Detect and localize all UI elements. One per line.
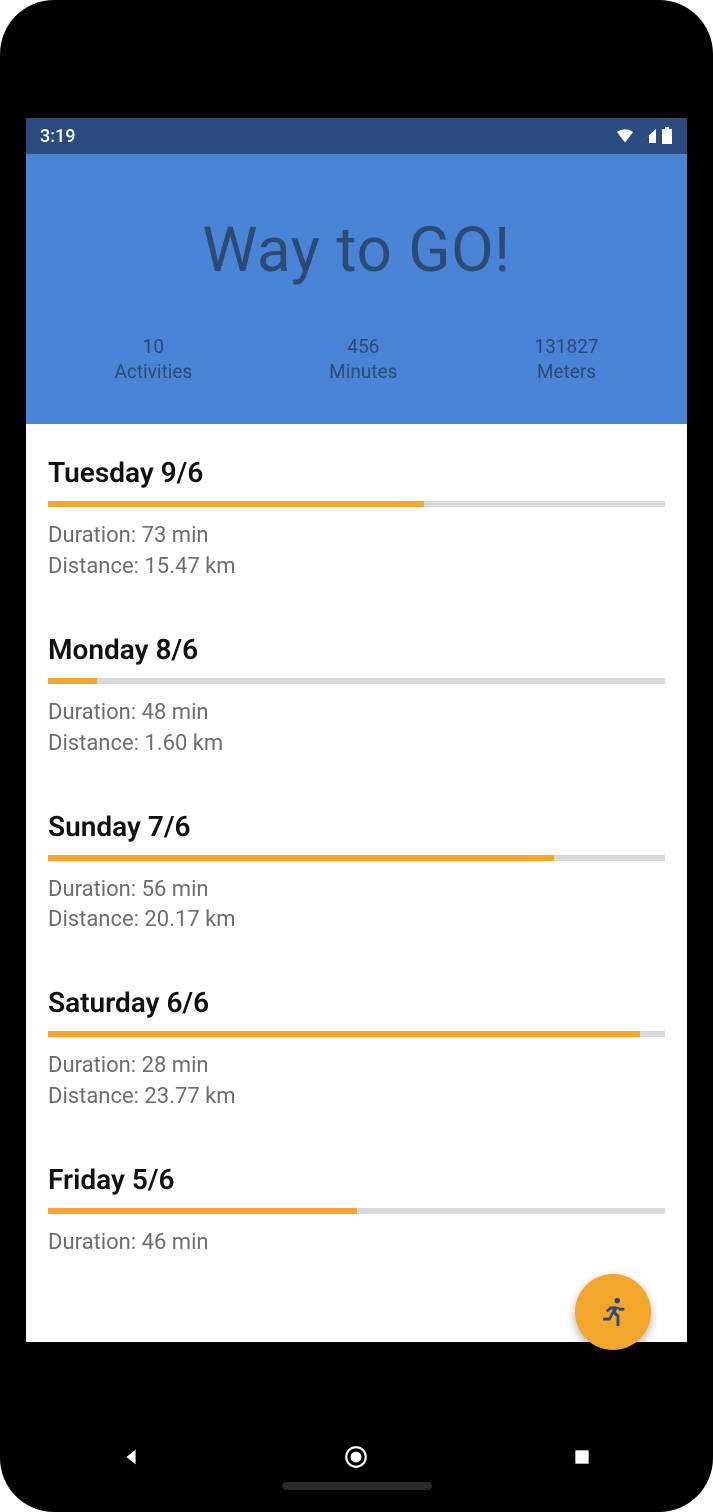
progress-track (48, 678, 665, 684)
battery-icon (661, 127, 673, 145)
progress-track (48, 855, 665, 861)
stat-label: Minutes (329, 360, 397, 385)
speaker-bottom (282, 1482, 432, 1490)
activity-title: Sunday 7/6 (48, 810, 665, 843)
progress-track (48, 1208, 665, 1214)
status-icons (615, 127, 673, 145)
activity-duration: Duration: 28 min (48, 1051, 665, 1082)
stat-value: 10 (114, 335, 192, 360)
progress-fill (48, 1031, 640, 1037)
activity-title: Saturday 6/6 (48, 986, 665, 1019)
progress-fill (48, 855, 554, 861)
stat-meters: 131827 Meters (534, 335, 598, 384)
progress-track (48, 1031, 665, 1037)
progress-fill (48, 501, 424, 507)
progress-track (48, 501, 665, 507)
stat-activities: 10 Activities (114, 335, 192, 384)
progress-fill (48, 1208, 357, 1214)
stat-label: Meters (534, 360, 598, 385)
activity-duration: Duration: 56 min (48, 875, 665, 906)
stat-value: 456 (329, 335, 397, 360)
activity-meta: Duration: 28 min Distance: 23.77 km (48, 1051, 665, 1113)
stat-label: Activities (114, 360, 192, 385)
activity-list[interactable]: Tuesday 9/6 Duration: 73 min Distance: 1… (26, 424, 687, 1342)
activity-duration: Duration: 48 min (48, 698, 665, 729)
cell-signal-icon (639, 128, 657, 144)
back-button[interactable] (116, 1442, 146, 1472)
activity-meta: Duration: 56 min Distance: 20.17 km (48, 875, 665, 937)
activity-item[interactable]: Monday 8/6 Duration: 48 min Distance: 1.… (48, 601, 665, 778)
activity-item[interactable]: Saturday 6/6 Duration: 28 min Distance: … (48, 954, 665, 1131)
activity-duration: Duration: 46 min (48, 1228, 665, 1259)
activity-meta: Duration: 46 min (48, 1228, 665, 1259)
activity-distance: Distance: 23.77 km (48, 1082, 665, 1113)
activity-item[interactable]: Friday 5/6 Duration: 46 min (48, 1131, 665, 1277)
stat-minutes: 456 Minutes (329, 335, 397, 384)
start-run-fab[interactable] (575, 1274, 651, 1350)
home-button[interactable] (341, 1442, 371, 1472)
activity-distance: Distance: 20.17 km (48, 905, 665, 936)
activity-duration: Duration: 73 min (48, 521, 665, 552)
wifi-icon (615, 128, 635, 144)
hero-panel: Way to GO! 10 Activities 456 Minutes 131… (26, 154, 687, 424)
activity-item[interactable]: Sunday 7/6 Duration: 56 min Distance: 20… (48, 778, 665, 955)
activity-meta: Duration: 48 min Distance: 1.60 km (48, 698, 665, 760)
screen: 3:19 Way to GO! 10 Activities 456 Mi (26, 118, 687, 1342)
status-time: 3:19 (40, 126, 75, 147)
status-bar: 3:19 (26, 118, 687, 154)
run-icon (596, 1295, 630, 1329)
activity-distance: Distance: 15.47 km (48, 552, 665, 583)
activity-title: Monday 8/6 (48, 633, 665, 666)
activity-title: Friday 5/6 (48, 1163, 665, 1196)
activity-distance: Distance: 1.60 km (48, 729, 665, 760)
activity-title: Tuesday 9/6 (48, 456, 665, 489)
device-frame: 3:19 Way to GO! 10 Activities 456 Mi (0, 0, 713, 1512)
activity-item[interactable]: Tuesday 9/6 Duration: 73 min Distance: 1… (48, 424, 665, 601)
hero-stats: 10 Activities 456 Minutes 131827 Meters (46, 335, 667, 384)
stat-value: 131827 (534, 335, 598, 360)
activity-meta: Duration: 73 min Distance: 15.47 km (48, 521, 665, 583)
recent-apps-button[interactable] (567, 1442, 597, 1472)
hero-title: Way to GO! (46, 214, 667, 287)
progress-fill (48, 678, 97, 684)
